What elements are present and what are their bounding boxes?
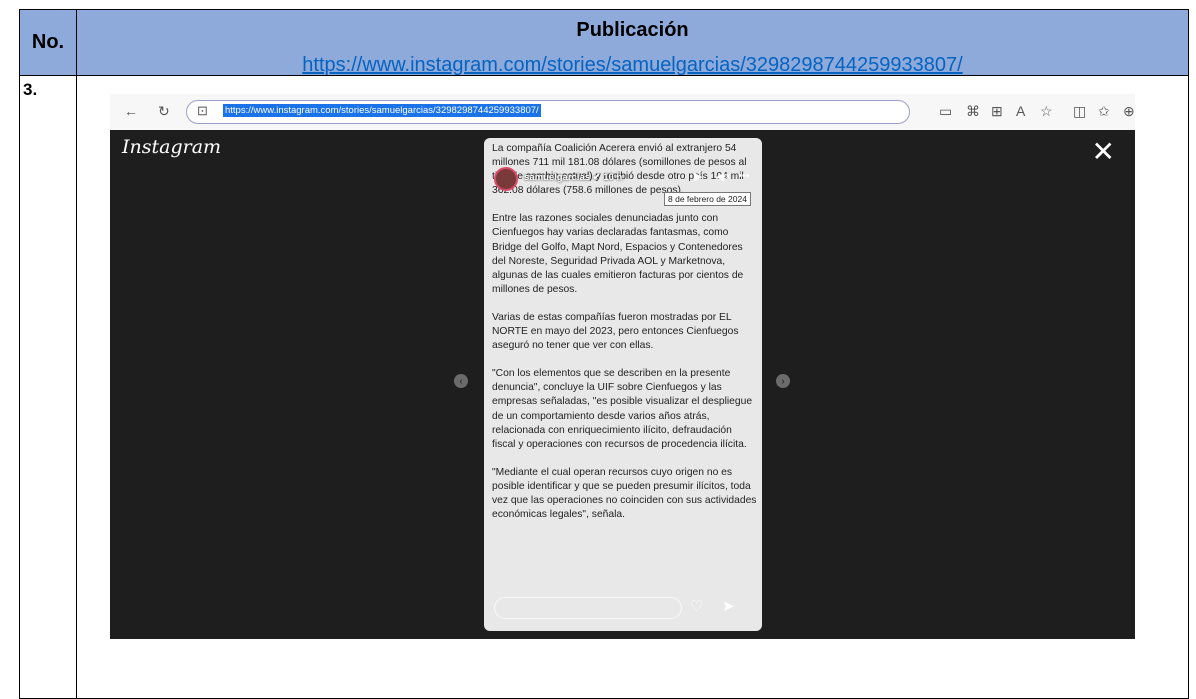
date-tooltip: 8 de febrero de 2024 [664, 192, 751, 206]
next-story-icon[interactable]: › [776, 374, 790, 388]
split-icon[interactable]: ⊞ [991, 103, 1003, 120]
read-aloud-icon[interactable]: A [1016, 103, 1025, 119]
more-options-icon[interactable]: ••• [738, 170, 750, 182]
story-paragraph: "Mediante el cual operan recursos cuyo o… [492, 466, 757, 521]
story-footer: ♡ ➤ [494, 597, 752, 619]
story-paragraph: Varias de estas compañías fueron mostrad… [492, 311, 739, 352]
header-no-label: No. [31, 31, 65, 53]
close-icon[interactable]: ✕ [1092, 138, 1115, 166]
story-username[interactable]: samuelgarcias ✔ 10 h [524, 172, 622, 183]
heart-icon[interactable]: ♡ [690, 597, 703, 615]
avatar[interactable] [494, 167, 518, 191]
address-bar[interactable]: ⊡ https://www.instagram.com/stories/samu… [186, 100, 910, 124]
back-arrow-icon[interactable]: ← [124, 103, 138, 119]
publication-link[interactable]: https://www.instagram.com/stories/samuel… [302, 54, 962, 77]
instagram-story-viewer: Instagram ✕ ‹ › La compañía Coalición Ac… [110, 130, 1135, 639]
refresh-icon[interactable]: ↻ [158, 103, 170, 120]
apps-icon[interactable]: ⌘ [966, 103, 980, 120]
story-card: La compañía Coalición Acerera envió al e… [484, 138, 762, 631]
read-view-icon[interactable]: ▭ [939, 103, 952, 120]
row-number: 3. [23, 80, 38, 99]
header-no: No. [20, 10, 77, 76]
favorite-star-icon[interactable]: ☆ [1040, 103, 1053, 120]
header-publication: Publicación https://www.instagram.com/st… [77, 10, 1188, 76]
browser-toolbar: ← ↻ ⊡ https://www.instagram.com/stories/… [110, 94, 1135, 131]
mute-icon[interactable]: ◀× [716, 170, 731, 183]
story-header: samuelgarcias ✔ 10 h ▶ ◀× ••• [494, 167, 752, 193]
header-publication-title: Publicación [576, 19, 689, 41]
instagram-logo[interactable]: Instagram [122, 136, 221, 158]
send-icon[interactable]: ➤ [722, 597, 735, 615]
split-screen-icon[interactable]: ◫ [1073, 103, 1086, 120]
row-number-cell: 3. [20, 76, 77, 698]
collections-icon[interactable]: ⊕ [1123, 103, 1135, 120]
lock-icon: ⊡ [197, 103, 208, 118]
story-paragraph: Entre las razones sociales denunciadas j… [492, 213, 744, 295]
prev-story-icon[interactable]: ‹ [454, 374, 468, 388]
favorites-icon[interactable]: ✩ [1098, 103, 1110, 120]
browser-screenshot: ← ↻ ⊡ https://www.instagram.com/stories/… [110, 94, 1135, 639]
story-paragraph: "Con los elementos que se describen en l… [492, 368, 753, 450]
reply-input[interactable] [494, 597, 682, 619]
address-url[interactable]: https://www.instagram.com/stories/samuel… [223, 104, 541, 117]
play-icon[interactable]: ▶ [694, 170, 702, 183]
